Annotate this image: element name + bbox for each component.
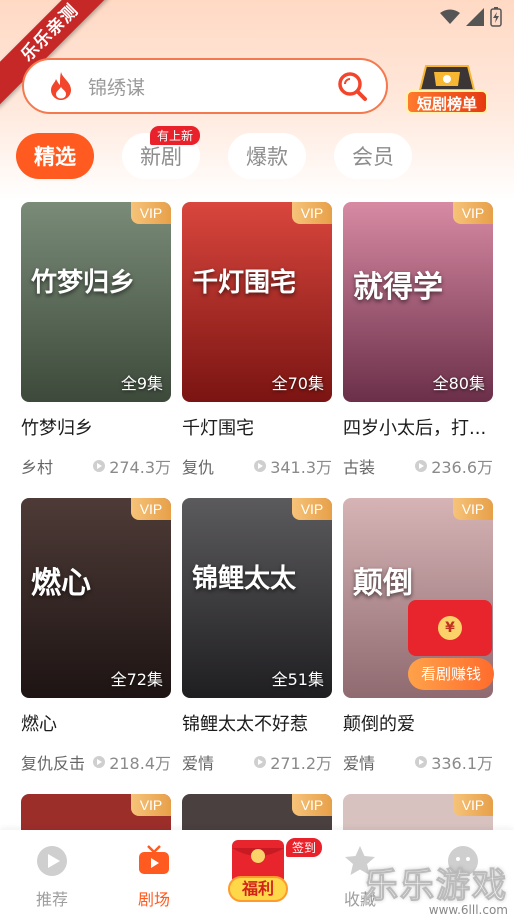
drama-title[interactable]: 千灯围宅: [182, 414, 332, 440]
vip-badge: VIP: [131, 498, 171, 520]
poster-title-art: 就得学: [353, 270, 443, 305]
drama-poster[interactable]: 就得学 VIP 全80集: [343, 202, 493, 402]
episode-count: 全70集: [271, 374, 324, 393]
drama-poster[interactable]: 竹梦归乡 VIP 全9集: [21, 202, 171, 402]
play-icon: [415, 460, 428, 472]
nav-recommend[interactable]: 推荐: [12, 844, 92, 910]
watermark-logo: 乐乐游戏: [364, 866, 508, 907]
nav-label: 推荐: [35, 890, 68, 909]
episode-count: 全72集: [110, 670, 163, 689]
wifi-icon: [440, 9, 460, 24]
red-packet-icon[interactable]: ¥: [408, 600, 492, 656]
play-icon: [93, 460, 106, 472]
view-count: 341.3万: [254, 454, 332, 478]
flame-icon: [46, 71, 76, 101]
tab-vip[interactable]: 会员: [334, 133, 412, 179]
drama-title[interactable]: 竹梦归乡: [21, 414, 171, 440]
play-circle-icon: [37, 846, 67, 876]
watch-earn-button[interactable]: 看剧赚钱: [408, 658, 494, 690]
drama-card[interactable]: 竹梦归乡 VIP 全9集 竹梦归乡 乡村 274.3万: [21, 202, 171, 478]
vip-badge: VIP: [131, 202, 171, 224]
drama-title[interactable]: 燃心: [21, 710, 171, 736]
view-count-value: 341.3万: [270, 458, 332, 477]
vip-badge: VIP: [292, 202, 332, 224]
nav-welfare[interactable]: 福利: [228, 876, 288, 902]
drama-card[interactable]: 就得学 VIP 全80集 四岁小太后，打... 古装 236.6万: [343, 202, 493, 478]
rank-list-button[interactable]: 短剧榜单: [406, 90, 488, 114]
view-count: 218.4万: [93, 750, 171, 774]
genre-tag: 古装: [343, 458, 376, 477]
drama-poster[interactable]: VIP: [343, 794, 493, 834]
play-icon: [254, 756, 267, 768]
watermark: 乐乐游戏 www.6lll.com: [364, 858, 509, 915]
genre-tag: 爱情: [182, 754, 215, 773]
vip-badge: VIP: [453, 202, 493, 224]
vip-badge: VIP: [292, 498, 332, 520]
nav-label: 剧场: [137, 890, 170, 909]
vip-badge: VIP: [453, 794, 493, 816]
drama-poster[interactable]: 千灯围宅 VIP 全70集: [182, 202, 332, 402]
view-count-value: 271.2万: [270, 754, 332, 773]
tab-label: 新剧: [140, 145, 182, 169]
drama-card[interactable]: 锦鲤太太 VIP 全51集 锦鲤太太不好惹 爱情 271.2万: [182, 498, 332, 774]
play-icon: [254, 460, 267, 472]
status-bar: [440, 6, 502, 28]
view-count-value: 236.6万: [431, 458, 493, 477]
vip-badge: VIP: [131, 794, 171, 816]
vip-badge: VIP: [453, 498, 493, 520]
genre-tag: 爱情: [343, 754, 376, 773]
drama-card[interactable]: 千灯围宅 VIP 全70集 千灯围宅 复仇 341.3万: [182, 202, 332, 478]
poster-title-art: 锦鲤太太: [192, 564, 297, 594]
tab-hot[interactable]: 爆款: [228, 133, 306, 179]
drama-poster[interactable]: VIP: [21, 794, 171, 834]
drama-poster[interactable]: VIP: [182, 794, 332, 834]
drama-title[interactable]: 锦鲤太太不好惹: [182, 710, 332, 736]
play-icon: [93, 756, 106, 768]
poster-title-art: 颠倒: [353, 566, 413, 601]
genre-tag: 复仇: [182, 458, 215, 477]
tv-icon: [139, 845, 169, 874]
genre-tag: 乡村: [21, 458, 54, 477]
drama-poster[interactable]: 锦鲤太太 VIP 全51集: [182, 498, 332, 698]
signal-icon: [466, 8, 484, 26]
tab-label: 爆款: [246, 145, 288, 169]
battery-icon: [490, 7, 502, 27]
tab-featured[interactable]: 精选: [16, 133, 94, 179]
view-count-value: 274.3万: [109, 458, 171, 477]
coin-icon: ¥: [438, 616, 462, 640]
search-placeholder[interactable]: 锦绣谋: [88, 73, 336, 100]
search-icon[interactable]: [336, 70, 368, 102]
drama-title[interactable]: 颠倒的爱: [343, 710, 493, 736]
genre-tag: 复仇反击: [21, 754, 86, 773]
view-count: 236.6万: [415, 454, 493, 478]
view-count: 336.1万: [415, 750, 493, 774]
tab-label: 精选: [34, 145, 76, 169]
drama-poster[interactable]: 燃心 VIP 全72集: [21, 498, 171, 698]
drama-title[interactable]: 四岁小太后，打...: [343, 414, 493, 440]
new-badge: 有上新: [149, 126, 200, 145]
tab-label: 会员: [352, 145, 394, 169]
episode-count: 全9集: [120, 374, 163, 393]
poster-title-art: 竹梦归乡: [31, 268, 136, 298]
signin-badge: 签到: [286, 838, 323, 857]
view-count: 274.3万: [93, 454, 171, 478]
episode-count: 全80集: [432, 374, 485, 393]
episode-count: 全51集: [271, 670, 324, 689]
nav-theater[interactable]: 剧场: [114, 844, 194, 910]
view-count-value: 218.4万: [109, 754, 171, 773]
view-count-value: 336.1万: [431, 754, 493, 773]
play-icon: [415, 756, 428, 768]
drama-card[interactable]: 燃心 VIP 全72集 燃心 复仇反击 218.4万: [21, 498, 171, 774]
search-bar[interactable]: 锦绣谋: [22, 58, 388, 114]
poster-title-art: 千灯围宅: [192, 268, 297, 298]
tab-new[interactable]: 新剧 有上新: [122, 126, 200, 179]
vip-badge: VIP: [292, 794, 332, 816]
poster-title-art: 燃心: [31, 566, 91, 601]
view-count: 271.2万: [254, 750, 332, 774]
